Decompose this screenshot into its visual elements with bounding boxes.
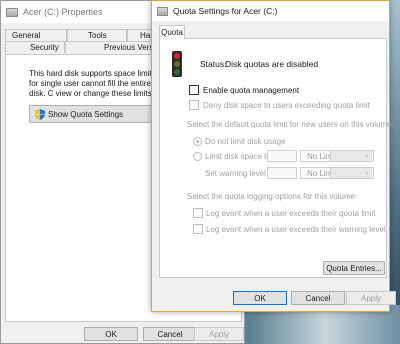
enable-quota-label: Enable quota management: [203, 86, 300, 95]
drive-icon: [157, 6, 168, 16]
limit-disk-space-radio[interactable]: [193, 152, 202, 161]
chevron-down-icon: ⌄: [364, 152, 370, 159]
set-warning-label: Set warning level to: [205, 169, 275, 178]
log-warning-checkbox[interactable]: [193, 224, 203, 234]
chevron-down-icon: ⌄: [364, 169, 370, 176]
show-quota-settings-button[interactable]: Show Quota Settings: [29, 105, 162, 123]
status-label: Status:: [200, 59, 227, 69]
log-warning-label: Log event when a user exceeds their warn…: [206, 225, 386, 234]
do-not-limit-radio[interactable]: [193, 137, 202, 146]
limit-unit-dropdown[interactable]: ⌄: [330, 150, 374, 162]
warning-unit-dropdown[interactable]: ⌄: [330, 167, 374, 179]
traffic-light-icon: [172, 51, 182, 77]
quota-panel: Status: Disk quotas are disabled Enable …: [159, 38, 394, 278]
tab-general[interactable]: General: [5, 29, 67, 41]
drive-icon: [6, 7, 18, 17]
status-text: Disk quotas are disabled: [225, 59, 319, 69]
show-quota-settings-label: Show Quota Settings: [48, 109, 124, 119]
limit-amount-field[interactable]: [267, 150, 297, 162]
properties-cancel-button[interactable]: Cancel: [143, 327, 197, 341]
dialog-apply-button[interactable]: Apply: [346, 291, 396, 305]
uac-shield-icon: [35, 109, 45, 120]
tab-quota[interactable]: Quota: [159, 25, 185, 39]
tab-tools[interactable]: Tools: [67, 29, 127, 41]
quota-entries-button[interactable]: Quota Entries...: [323, 261, 385, 275]
dialog-title: Quota Settings for Acer (C:): [173, 6, 278, 16]
do-not-limit-label: Do not limit disk usage: [205, 137, 286, 146]
log-quota-label: Log event when a user exceeds their quot…: [206, 209, 376, 218]
deny-space-label: Deny disk space to users exceeding quota…: [203, 101, 370, 110]
logging-heading: Select the quota logging options for thi…: [187, 192, 358, 201]
quota-info-text: This hard disk supports space limits for…: [29, 69, 156, 98]
dialog-cancel-button[interactable]: Cancel: [291, 291, 345, 305]
properties-title: Acer (C:) Properties: [23, 7, 103, 17]
deny-space-checkbox[interactable]: [189, 100, 199, 110]
warning-amount-field[interactable]: [267, 167, 297, 179]
properties-apply-button[interactable]: Apply: [194, 327, 244, 341]
limit-disk-space-label: Limit disk space to: [205, 152, 271, 161]
tabs-row-1: General Tools Hard: [5, 29, 157, 41]
default-limit-heading: Select the default quota limit for new u…: [187, 120, 394, 129]
dialog-ok-button[interactable]: OK: [233, 291, 287, 305]
dialog-titlebar: Quota Settings for Acer (C:): [152, 1, 389, 21]
tab-previous-versions[interactable]: Previous Version: [65, 41, 157, 53]
quota-settings-dialog: Quota Settings for Acer (C:) Quota Statu…: [151, 0, 396, 312]
enable-quota-checkbox[interactable]: [189, 85, 199, 95]
log-quota-checkbox[interactable]: [193, 208, 203, 218]
tabs-row-2: Security Previous Version: [5, 41, 157, 53]
tab-security[interactable]: Security: [5, 41, 65, 53]
properties-ok-button[interactable]: OK: [84, 327, 138, 341]
